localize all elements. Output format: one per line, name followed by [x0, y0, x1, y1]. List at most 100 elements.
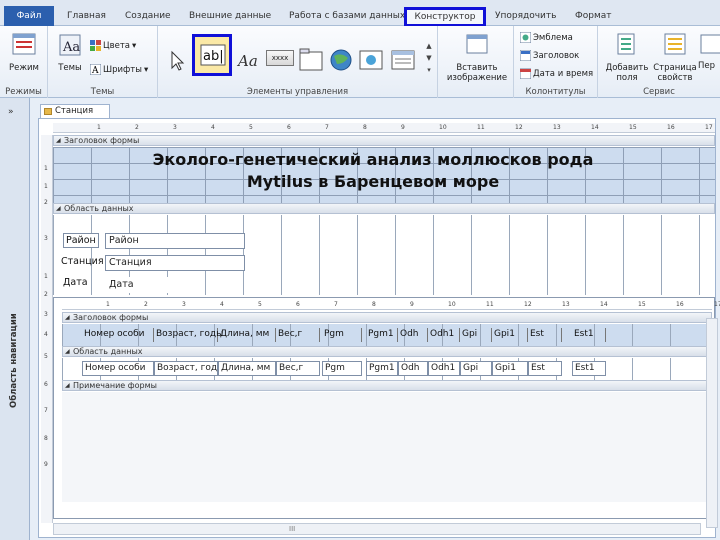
tab-arrange[interactable]: Упорядочить	[492, 8, 559, 26]
subform-column-field[interactable]: Номер особи	[82, 361, 154, 376]
subform-detail-section-bar[interactable]: Область данных	[62, 346, 712, 357]
group-controls-label: Элементы управления	[246, 87, 349, 97]
subform-header-section-bar[interactable]: Заголовок формы	[62, 312, 712, 323]
workspace: » Область навигации Станция 1 2 3 4 5 6 7 8 9 10 1…	[0, 98, 720, 540]
ruler-tick-label: 8	[363, 124, 367, 131]
tab-design[interactable]: Конструктор	[404, 7, 486, 27]
themes-icon: Aa	[59, 34, 81, 56]
subform-column-label[interactable]: Est1	[572, 328, 606, 342]
nav-expand-button[interactable]: »	[8, 107, 14, 117]
subform-column-field[interactable]: Возраст, годы	[154, 361, 224, 376]
textbox-icon: ab|	[200, 44, 226, 66]
subform-footer-area[interactable]	[62, 392, 712, 502]
subform-column-field[interactable]: Est1	[572, 361, 606, 376]
label-control-icon[interactable]: Aa	[236, 46, 262, 74]
tab-order-button[interactable]: Пер	[698, 32, 720, 71]
vertical-scrollbar[interactable]	[706, 318, 718, 528]
ruler-tick-label: 16	[667, 124, 675, 131]
subform-column-label[interactable]: Gpi	[460, 328, 492, 342]
ruler-tick-label: 4	[220, 301, 224, 308]
fonts-button[interactable]: A Шрифты ▾	[90, 64, 148, 75]
form-design-canvas[interactable]: 1 2 3 4 5 6 7 8 9 10 11 12 13 14 15 16 17 1123123456789 …	[38, 118, 720, 538]
group-tools: Добавить поля Страница свойств Пер Серви…	[598, 26, 720, 98]
document-tab[interactable]: Станция	[40, 104, 110, 118]
subform-column-label[interactable]: Gpi1	[492, 328, 528, 342]
add-existing-fields-button[interactable]: Добавить поля	[602, 32, 652, 83]
ruler-tick-label: 10	[448, 301, 456, 308]
subform-column-label[interactable]: Номер особи	[82, 328, 154, 342]
subform-column-label[interactable]: Вес,г	[276, 328, 320, 342]
title-button[interactable]: Заголовок	[520, 50, 579, 61]
subform-column-field[interactable]: Odh1	[428, 361, 460, 376]
subform-column-label[interactable]: Pgm1	[366, 328, 398, 342]
subform-header-area[interactable]: Номер особи Возраст, годы Длина, мм Вес,г Pg…	[62, 324, 712, 346]
svg-text:A: A	[91, 66, 99, 75]
hyperlink-globe-icon[interactable]	[328, 46, 354, 74]
textbox-control-button[interactable]: ab|	[192, 34, 232, 76]
ruler-tick-label: 2	[135, 124, 139, 131]
form-title-line-1[interactable]: Эколого-генетический анализ моллюсков ро…	[113, 149, 633, 171]
subform-footer-section-bar[interactable]: Примечание формы	[62, 380, 712, 391]
navigation-pane[interactable]: » Область навигации	[0, 98, 30, 540]
form-header-section-bar[interactable]: Заголовок формы	[53, 135, 715, 146]
property-sheet-button[interactable]: Страница свойств	[652, 32, 698, 83]
subform-control[interactable]: 1234567891011121314151617 Заголовок форм…	[53, 297, 720, 519]
field-date[interactable]: Дата	[105, 277, 197, 293]
subform-column-field[interactable]: Pgm1	[366, 361, 398, 376]
scrollbar-grip[interactable]: III	[289, 524, 295, 534]
form-header-area[interactable]: Эколого-генетический анализ моллюсков ро…	[53, 147, 715, 203]
themes-button[interactable]: Aa Темы	[56, 32, 84, 73]
insert-image-button[interactable]: Вставить изображение	[446, 32, 508, 83]
label-station[interactable]: Станция	[61, 256, 104, 267]
detail-section-bar[interactable]: Область данных	[53, 203, 715, 214]
horizontal-scrollbar[interactable]: III	[53, 523, 701, 535]
navigation-control-icon[interactable]	[390, 46, 416, 74]
ruler-tick-label: 3	[44, 235, 48, 242]
ruler-tick-label: 4	[44, 331, 48, 338]
tab-external-data[interactable]: Внешние данные	[186, 8, 274, 26]
ruler-tick-label: 13	[562, 301, 570, 308]
tab-database-tools[interactable]: Работа с базами данных	[286, 8, 408, 26]
subform-detail-area[interactable]: Номер особи Возраст, годы Длина, мм Вес,г Pg…	[62, 358, 712, 380]
ruler-tick-label: 14	[600, 301, 608, 308]
datetime-button[interactable]: Дата и время	[520, 68, 593, 79]
subform-column-field[interactable]: Длина, мм	[218, 361, 276, 376]
logo-button[interactable]: Эмблема	[520, 32, 573, 43]
tab-create[interactable]: Создание	[122, 8, 174, 26]
subform-column-field[interactable]: Odh	[398, 361, 428, 376]
tab-home[interactable]: Главная	[64, 8, 109, 26]
subform-column-field[interactable]: Pgm	[322, 361, 362, 376]
subform-column-field[interactable]: Gpi1	[492, 361, 528, 376]
view-button[interactable]: Режим	[8, 32, 40, 73]
subform-column-field[interactable]: Est	[528, 361, 562, 376]
field-district[interactable]: Район	[105, 233, 245, 249]
subform-column-label[interactable]: Odh	[398, 328, 428, 342]
form-header-section-label: Заголовок формы	[64, 136, 140, 145]
ruler-tick-label: 3	[173, 124, 177, 131]
form-title-line-2[interactable]: Mytilus в Баренцевом море	[113, 171, 633, 193]
subform-column-label[interactable]: Odh1	[428, 328, 460, 342]
label-date[interactable]: Дата	[63, 277, 88, 288]
label-district[interactable]: Район	[63, 233, 99, 248]
field-station[interactable]: Станция	[105, 255, 245, 271]
subform-column-label[interactable]: Возраст, годы	[154, 328, 223, 342]
detail-area[interactable]: Район Район Станция Станция Дата Дата	[53, 215, 715, 295]
subform-column-field[interactable]: Вес,г	[276, 361, 320, 376]
subform-column-label[interactable]: Длина, мм	[218, 328, 276, 342]
group-header-footer-label: Колонтитулы	[525, 87, 586, 97]
button-control-icon[interactable]: xxxx	[266, 50, 294, 66]
select-pointer-icon[interactable]	[166, 46, 188, 74]
add-fields-icon	[617, 33, 635, 55]
group-header-footer: Эмблема Заголовок Дата и время Колонтиту…	[514, 26, 598, 98]
ruler-tick-label: 12	[524, 301, 532, 308]
controls-gallery-scroll[interactable]: ▲ ▼ ▾	[424, 40, 434, 80]
subform-column-label[interactable]: Pgm	[322, 328, 362, 342]
subform-column-label[interactable]: Est	[528, 328, 562, 342]
tab-format[interactable]: Формат	[572, 8, 615, 26]
subform-column-field[interactable]: Gpi	[460, 361, 492, 376]
tab-control-icon[interactable]	[298, 46, 324, 74]
tab-file[interactable]: Файл	[4, 6, 54, 26]
insert-image-label-1: Вставить	[456, 63, 498, 73]
web-browser-control-icon[interactable]	[358, 46, 384, 74]
colors-button[interactable]: Цвета ▾	[90, 40, 136, 51]
